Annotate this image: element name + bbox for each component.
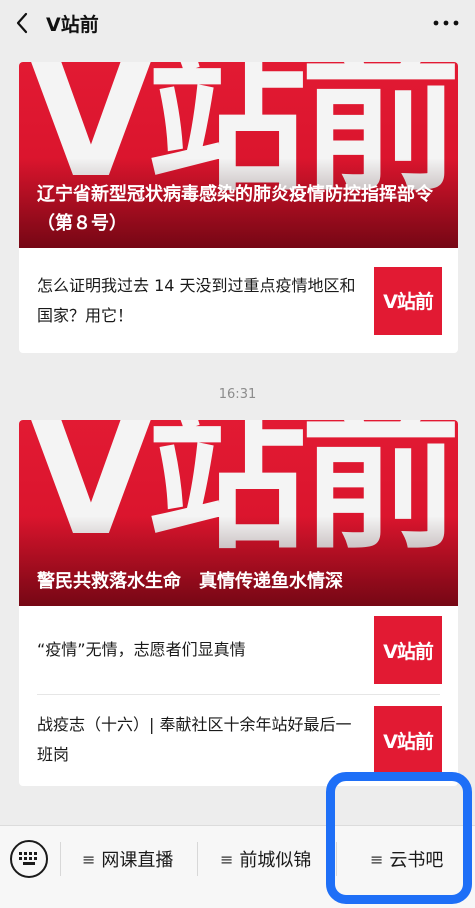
- page-title: V站前: [46, 13, 99, 36]
- keyboard-icon: [19, 852, 37, 865]
- article-banner[interactable]: V站前 警民共救落水生命 真情传递鱼水情深: [19, 420, 458, 606]
- menu-item-online-class[interactable]: ≡ 网课直播: [82, 844, 173, 874]
- more-options-button[interactable]: [431, 8, 461, 38]
- menu-divider: [60, 842, 61, 876]
- article-headline: 警民共救落水生命 真情传递鱼水情深: [37, 571, 343, 592]
- menu-item-label: 网课直播: [101, 850, 174, 871]
- article-headline: 辽宁省新型冠状病毒感染的肺炎疫情防控指挥部令（第８号）: [37, 184, 433, 234]
- keyboard-toggle-button[interactable]: [10, 840, 48, 878]
- menu-item-label: 前城似锦: [239, 850, 312, 871]
- chevron-left-icon: [16, 12, 28, 34]
- article-card: V站前 警民共救落水生命 真情传递鱼水情深 “疫情”无情，志愿者们显真情 V站前…: [19, 420, 458, 786]
- list-item[interactable]: “疫情”无情，志愿者们显真情 V站前: [19, 606, 458, 694]
- chat-screen: V站前 V站前 辽宁省新型冠状病毒感染的肺炎疫情防控指挥部令（第８号） 怎么证明…: [0, 0, 475, 908]
- top-bar: V站前: [0, 0, 475, 46]
- back-button[interactable]: [0, 0, 44, 46]
- list-item-title: 怎么证明我过去 14 天没到过重点疫情地区和国家？用它！: [37, 275, 356, 325]
- highlight-box: [326, 772, 472, 904]
- thumbnail: V站前: [374, 616, 442, 684]
- menu-divider: [197, 842, 198, 876]
- message-timestamp: 16:31: [218, 387, 257, 402]
- more-icon: [433, 20, 459, 26]
- thumbnail: V站前: [374, 266, 442, 335]
- article-card: V站前 辽宁省新型冠状病毒感染的肺炎疫情防控指挥部令（第８号） 怎么证明我过去 …: [19, 62, 458, 353]
- list-item[interactable]: 怎么证明我过去 14 天没到过重点疫情地区和国家？用它！ V站前: [19, 248, 458, 353]
- menu-list-icon: ≡: [82, 849, 96, 869]
- thumbnail: V站前: [374, 706, 442, 774]
- list-item-title: 战疫志（十六）| 奉献社区十余年站好最后一班岗: [37, 715, 352, 764]
- menu-list-icon: ≡: [220, 849, 234, 869]
- list-item-title: “疫情”无情，志愿者们显真情: [37, 640, 246, 659]
- article-banner[interactable]: V站前 辽宁省新型冠状病毒感染的肺炎疫情防控指挥部令（第８号）: [19, 62, 458, 248]
- menu-item-qiancheng[interactable]: ≡ 前城似锦: [220, 844, 311, 874]
